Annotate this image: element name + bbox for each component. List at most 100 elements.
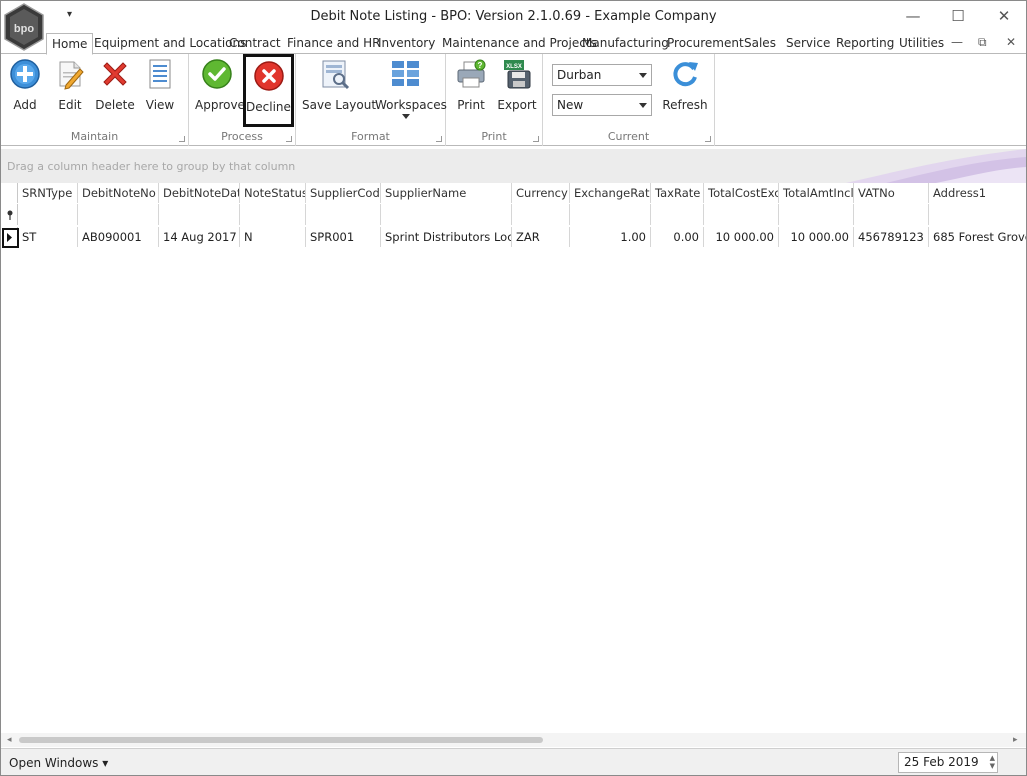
maintain-launcher-icon[interactable] (179, 136, 185, 142)
refresh-button[interactable]: Refresh (661, 58, 709, 118)
column-header-totalamtincl[interactable]: TotalAmtIncl (779, 183, 854, 203)
column-header-debitnoteno[interactable]: DebitNoteNo (78, 183, 159, 203)
scrollbar-thumb[interactable] (19, 737, 543, 743)
decline-button[interactable]: Decline (243, 54, 294, 127)
tab-manufacturing[interactable]: Manufacturing (582, 33, 669, 54)
column-header-debitnotedate[interactable]: DebitNoteDate (159, 183, 240, 203)
cell-taxrate[interactable]: 0.00 (651, 227, 704, 247)
filter-cell[interactable] (704, 204, 779, 225)
process-group-label: Process (221, 130, 263, 143)
tab-equipment-and-locations[interactable]: Equipment and Locations (94, 33, 246, 54)
format-group-label: Format (351, 130, 390, 143)
cell-totalamtincl[interactable]: 10 000.00 (779, 227, 854, 247)
filter-cell[interactable] (570, 204, 651, 225)
filter-cell[interactable] (512, 204, 570, 225)
cell-totalcostexcl[interactable]: 10 000.00 (704, 227, 779, 247)
cell-notestatus[interactable]: N (240, 227, 306, 247)
column-header-notestatus[interactable]: NoteStatus (240, 183, 306, 203)
tab-sales[interactable]: Sales (744, 33, 776, 54)
chevron-down-icon (402, 114, 410, 119)
minimize-button[interactable]: — (898, 5, 928, 27)
column-header-address1[interactable]: Address1 (929, 183, 1026, 203)
process-group: Approve Decline Process (189, 54, 296, 146)
tab-finance-and-hr[interactable]: Finance and HR (287, 33, 380, 54)
column-header-vatno[interactable]: VATNo (854, 183, 929, 203)
row-indicator[interactable] (1, 227, 19, 248)
mdi-restore-button[interactable]: ⧉ (978, 35, 987, 50)
close-button[interactable]: ✕ (989, 5, 1019, 27)
tab-maintenance-and-projects[interactable]: Maintenance and Projects (442, 33, 597, 54)
status-dropdown[interactable]: New (552, 94, 652, 116)
site-dropdown[interactable]: Durban (552, 64, 652, 86)
filter-cell[interactable] (78, 204, 159, 225)
delete-button[interactable]: Delete (95, 58, 135, 118)
save-layout-button[interactable]: Save Layout (302, 58, 376, 118)
cell-currency[interactable]: ZAR (512, 227, 570, 247)
filter-cell[interactable] (18, 204, 78, 225)
cell-suppliercode[interactable]: SPR001 (306, 227, 381, 247)
tab-procurement[interactable]: Procurement (667, 33, 744, 54)
column-header-taxrate[interactable]: TaxRate (651, 183, 704, 203)
date-spinner-icon[interactable]: ▲ ▼ (990, 754, 995, 770)
add-label: Add (13, 98, 37, 112)
workspaces-icon (392, 61, 419, 86)
tab-utilities[interactable]: Utilities (899, 33, 944, 54)
column-header-totalcostexcl[interactable]: TotalCostExcl (704, 183, 779, 203)
filter-cell[interactable] (651, 204, 704, 225)
maximize-button[interactable]: ☐ (943, 5, 973, 27)
edit-button[interactable]: Edit (50, 58, 90, 118)
process-launcher-icon[interactable] (286, 136, 292, 142)
filter-cell[interactable] (381, 204, 512, 225)
cell-debitnoteno[interactable]: AB090001 (78, 227, 159, 247)
column-header-srntype[interactable]: SRNType (18, 183, 78, 203)
cell-exchangerate[interactable]: 1.00 (570, 227, 651, 247)
cell-srntype[interactable]: ST (18, 227, 78, 247)
decorative-swoosh (846, 149, 1026, 183)
cell-address1[interactable]: 685 Forest Grove R (929, 227, 1026, 247)
column-header-suppliername[interactable]: SupplierName (381, 183, 512, 203)
column-header-exchangerate[interactable]: ExchangeRate (570, 183, 651, 203)
cell-suppliername[interactable]: Sprint Distributors Local (381, 227, 512, 247)
save-layout-icon (322, 60, 350, 90)
view-button[interactable]: View (140, 58, 180, 118)
filter-cell[interactable] (929, 204, 1026, 225)
scroll-right-icon[interactable]: ▸ (1013, 735, 1018, 745)
filter-cell[interactable] (306, 204, 381, 225)
approve-button[interactable]: Approve (195, 58, 245, 118)
filter-cell[interactable] (779, 204, 854, 225)
tab-contract[interactable]: Contract (229, 33, 281, 54)
group-by-panel[interactable]: Drag a column header here to group by th… (1, 149, 1026, 183)
horizontal-scrollbar[interactable]: ◂ ▸ (1, 733, 1026, 747)
filter-cell[interactable] (854, 204, 929, 225)
column-header-suppliercode[interactable]: SupplierCode (306, 183, 381, 203)
view-label: View (145, 98, 175, 112)
tab-home[interactable]: Home (46, 33, 94, 55)
debit-note-grid: SRNType DebitNoteNo DebitNoteDate NoteSt… (1, 183, 1026, 733)
header-indicator (1, 183, 18, 203)
edit-icon (59, 61, 84, 90)
mdi-minimize-button[interactable]: — (951, 35, 963, 49)
open-windows-menu[interactable]: Open Windows ▾ (9, 756, 108, 770)
mdi-close-button[interactable]: ✕ (1006, 35, 1016, 49)
workspaces-button[interactable]: Workspaces (375, 58, 447, 119)
add-button[interactable]: Add (5, 58, 45, 118)
export-button[interactable]: XLSX Export (497, 58, 537, 118)
format-launcher-icon[interactable] (436, 136, 442, 142)
column-header-currency[interactable]: Currency (512, 183, 570, 203)
current-launcher-icon[interactable] (705, 136, 711, 142)
print-button[interactable]: ? Print (452, 58, 490, 118)
tab-reporting[interactable]: Reporting (836, 33, 894, 54)
bpo-logo-icon[interactable]: bpo (3, 3, 45, 51)
date-field[interactable]: 25 Feb 2019 ▲ ▼ (898, 752, 998, 773)
tab-inventory[interactable]: Inventory (378, 33, 435, 54)
filter-cell[interactable] (159, 204, 240, 225)
scroll-left-icon[interactable]: ◂ (7, 735, 12, 745)
print-group: ? Print XLSX Export Print (446, 54, 543, 146)
current-row-arrow-icon (7, 233, 12, 242)
cell-debitnotedate[interactable]: 14 Aug 2017 (159, 227, 240, 247)
filter-cell[interactable] (240, 204, 306, 225)
delete-icon (103, 62, 127, 86)
cell-vatno[interactable]: 456789123 (854, 227, 929, 247)
print-launcher-icon[interactable] (533, 136, 539, 142)
tab-service[interactable]: Service (786, 33, 830, 54)
